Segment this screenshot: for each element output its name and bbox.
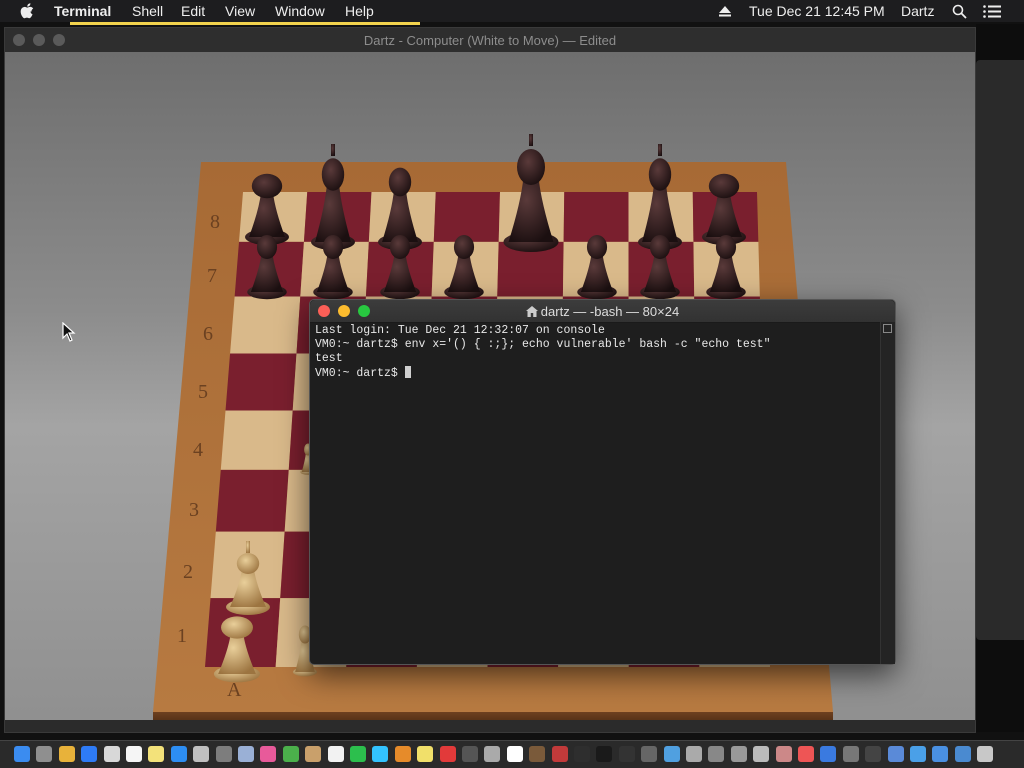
rank-6-label: 6 (203, 323, 213, 345)
contacts-icon[interactable] (305, 746, 322, 762)
home-folder-icon (525, 306, 538, 317)
terminal-line: VM0:~ dartz$ env x='() { :;}; echo vulne… (315, 338, 771, 351)
terminal-window[interactable]: dartz — -bash — 80×24 Last login: Tue De… (309, 299, 896, 665)
square-f8[interactable] (563, 192, 629, 242)
dictionary-icon[interactable] (462, 746, 478, 762)
background-window-panel (976, 60, 1024, 640)
terminal-icon[interactable] (596, 746, 613, 762)
rank-7-label: 7 (207, 265, 217, 287)
disk-utility-icon[interactable] (753, 746, 770, 762)
terminal-line: Last login: Tue Dec 21 12:32:07 on conso… (315, 324, 605, 337)
notes-icon[interactable] (148, 746, 165, 762)
itunes-icon[interactable] (260, 746, 277, 762)
split-pane-button[interactable] (883, 324, 892, 333)
textedit-icon[interactable] (506, 746, 523, 762)
downloads-folder-icon[interactable] (910, 746, 926, 762)
terminal-title-text: dartz — -bash — 80×24 (540, 304, 680, 319)
grapher-icon[interactable] (663, 746, 680, 762)
loading-progress-bar (70, 22, 420, 25)
square-a6[interactable] (230, 296, 301, 354)
applications-folder-icon[interactable] (932, 746, 949, 762)
documents-folder-icon[interactable] (954, 746, 971, 762)
system-information-icon[interactable] (730, 746, 747, 762)
notification-center-icon[interactable] (983, 5, 1001, 18)
menu-window[interactable]: Window (275, 3, 325, 19)
menu-view[interactable]: View (225, 3, 255, 19)
reminders-icon[interactable] (327, 746, 344, 762)
background-window (976, 24, 1024, 732)
audio-midi-icon[interactable] (798, 746, 814, 762)
square-a3[interactable] (215, 469, 289, 532)
chrome-icon[interactable] (58, 746, 75, 762)
photos-icon[interactable] (193, 746, 210, 762)
keychain-icon[interactable] (686, 746, 702, 762)
terminal-title: dartz — -bash — 80×24 (310, 304, 895, 319)
rank-3-label: 3 (189, 499, 199, 521)
menu-help[interactable]: Help (345, 3, 374, 19)
no-entry-icon[interactable] (439, 746, 456, 762)
dock (0, 740, 1024, 768)
menu-edit[interactable]: Edit (181, 3, 205, 19)
bluetooth-icon[interactable] (820, 746, 837, 762)
rank-2-label: 2 (183, 561, 193, 583)
rank-8-label: 8 (210, 211, 220, 233)
menu-user[interactable]: Dartz (901, 3, 934, 19)
maps-icon[interactable] (282, 746, 299, 762)
apple-logo-icon[interactable] (20, 3, 34, 19)
trash-icon[interactable] (977, 746, 994, 762)
stickies-icon[interactable] (417, 746, 434, 762)
voiceover-icon[interactable] (865, 746, 882, 762)
photo-booth-icon[interactable] (551, 746, 568, 762)
launchpad-icon[interactable] (36, 746, 53, 762)
utilities-icon[interactable] (887, 746, 904, 762)
terminal-output[interactable]: Last login: Tue Dec 21 12:32:07 on conso… (315, 324, 875, 660)
terminal-titlebar[interactable]: dartz — -bash — 80×24 (310, 300, 895, 323)
menu-app-terminal[interactable]: Terminal (54, 3, 111, 19)
system-preferences-icon[interactable] (215, 746, 232, 762)
digital-color-meter-icon[interactable] (641, 746, 658, 762)
chess-titlebar[interactable]: Dartz - Computer (White to Move) — Edite… (5, 28, 975, 53)
terminal-prompt: VM0:~ dartz$ (315, 367, 405, 380)
chess-icon[interactable] (529, 746, 546, 762)
console-icon[interactable] (618, 746, 635, 762)
finder-icon[interactable] (14, 746, 30, 762)
mail-icon[interactable] (103, 746, 120, 762)
text-cursor (404, 366, 411, 378)
boot-camp-icon[interactable] (842, 746, 859, 762)
mouse-pointer-icon (62, 322, 76, 342)
messages-icon[interactable] (372, 746, 389, 762)
ibooks-icon[interactable] (394, 746, 411, 762)
chess-window-title: Dartz - Computer (White to Move) — Edite… (363, 33, 617, 48)
square-a4[interactable] (220, 410, 293, 470)
square-a5[interactable] (225, 353, 297, 411)
menu-clock[interactable]: Tue Dec 21 12:45 PM (749, 3, 885, 19)
terminal-prompt-line[interactable]: VM0:~ dartz$ (315, 366, 875, 381)
rank-1-label: 1 (177, 625, 187, 647)
safari-icon[interactable] (81, 746, 98, 762)
font-book-icon[interactable] (484, 746, 501, 762)
app-store-icon[interactable] (170, 746, 187, 762)
rank-4-label: 4 (193, 439, 203, 461)
chess-status-bar (5, 720, 975, 732)
preview-icon[interactable] (238, 746, 254, 762)
terminal-scrollbar[interactable] (880, 322, 895, 664)
menu-shell[interactable]: Shell (132, 3, 163, 19)
facetime-icon[interactable] (350, 746, 366, 762)
script-editor-icon[interactable] (708, 746, 725, 762)
eject-icon[interactable] (718, 4, 732, 18)
calendar-icon[interactable] (126, 746, 142, 762)
rank-5-label: 5 (198, 381, 208, 403)
terminal-line: test (315, 352, 343, 365)
square-d8[interactable] (433, 192, 500, 242)
menu-bar: Terminal Shell Edit View Window Help Tue… (0, 0, 1024, 22)
spotlight-search-icon[interactable] (952, 4, 967, 19)
activity-monitor-icon[interactable] (574, 746, 590, 762)
migration-assistant-icon[interactable] (775, 746, 792, 762)
